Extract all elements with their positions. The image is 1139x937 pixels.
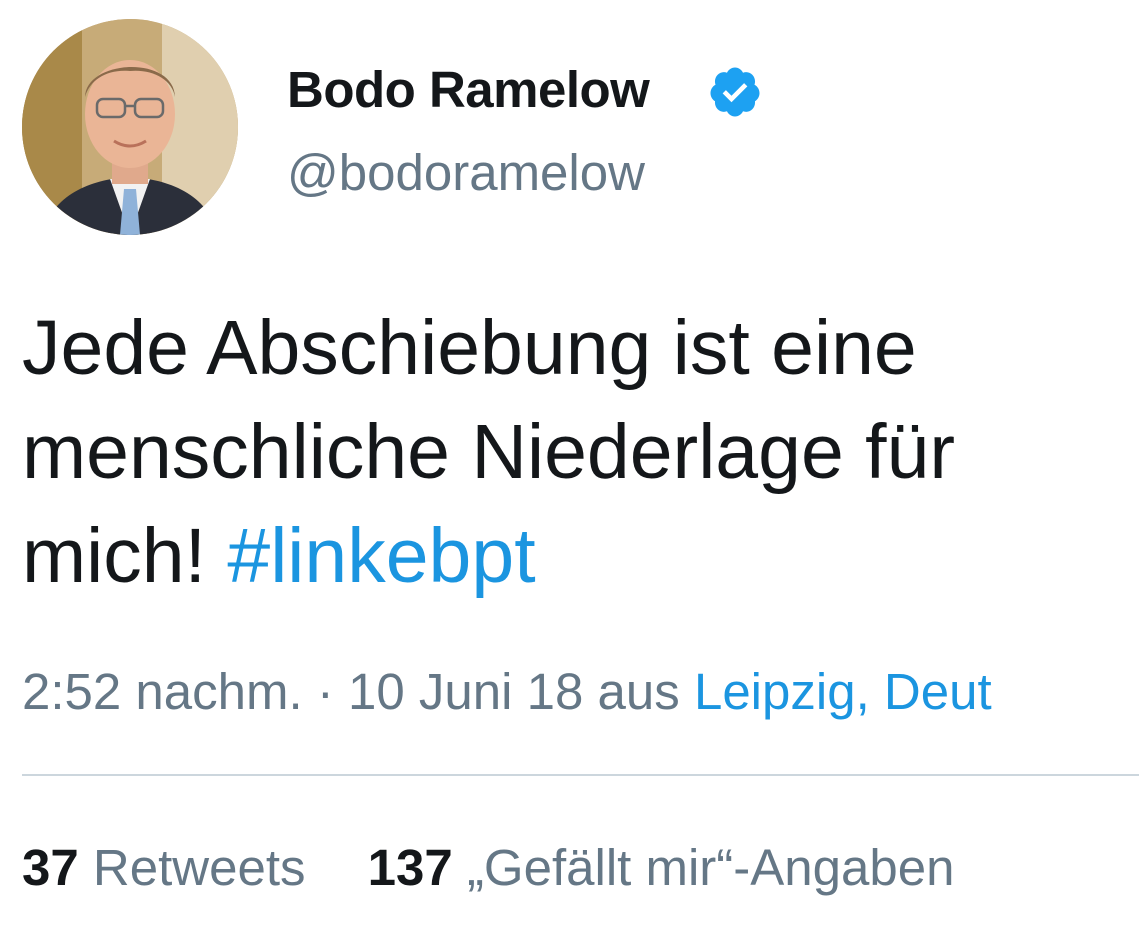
tweet-meta: 2:52 nachm. · 10 Juni 18 aus Leipzig, De… <box>22 660 1139 724</box>
tweet-text: Jede Abschiebung ist eine menschliche Ni… <box>22 296 1132 608</box>
avatar-portrait-icon <box>22 19 238 235</box>
likes-count: 137 <box>367 839 453 896</box>
tweet-text-line-1: Jede Abschiebung ist eine <box>22 305 917 391</box>
hashtag-link[interactable]: #linkebpt <box>227 513 535 599</box>
likes-stat[interactable]: 137 „Gefällt mir“-Angaben <box>368 836 955 900</box>
tweet-date[interactable]: 10 Juni 18 <box>348 663 583 720</box>
retweets-count: 37 <box>22 839 79 896</box>
location-link[interactable]: Leipzig, Deut <box>694 663 992 720</box>
avatar[interactable] <box>22 19 238 235</box>
tweet-text-line-3-text: mich! <box>22 513 206 599</box>
user-handle[interactable]: @bodoramelow <box>287 141 645 205</box>
tweet-time[interactable]: 2:52 nachm. <box>22 663 303 720</box>
tweet-card: Bodo Ramelow @bodoramelow Jede Abschiebu… <box>0 0 1139 937</box>
meta-separator: · <box>316 663 334 720</box>
retweets-stat[interactable]: 37 Retweets <box>22 836 306 900</box>
tweet-text-line-3: mich! #linkebpt <box>22 504 1132 608</box>
retweets-label: Retweets <box>92 839 306 896</box>
tweet-stats: 37 Retweets 137 „Gefällt mir“-Angaben <box>22 836 1002 900</box>
verified-badge-icon <box>710 67 760 117</box>
display-name[interactable]: Bodo Ramelow <box>287 58 650 122</box>
tweet-text-line-2: menschliche Niederlage für <box>22 409 956 495</box>
divider <box>22 774 1139 776</box>
from-label: aus <box>597 663 680 720</box>
likes-label: „Gefällt mir“-Angaben <box>466 839 955 896</box>
